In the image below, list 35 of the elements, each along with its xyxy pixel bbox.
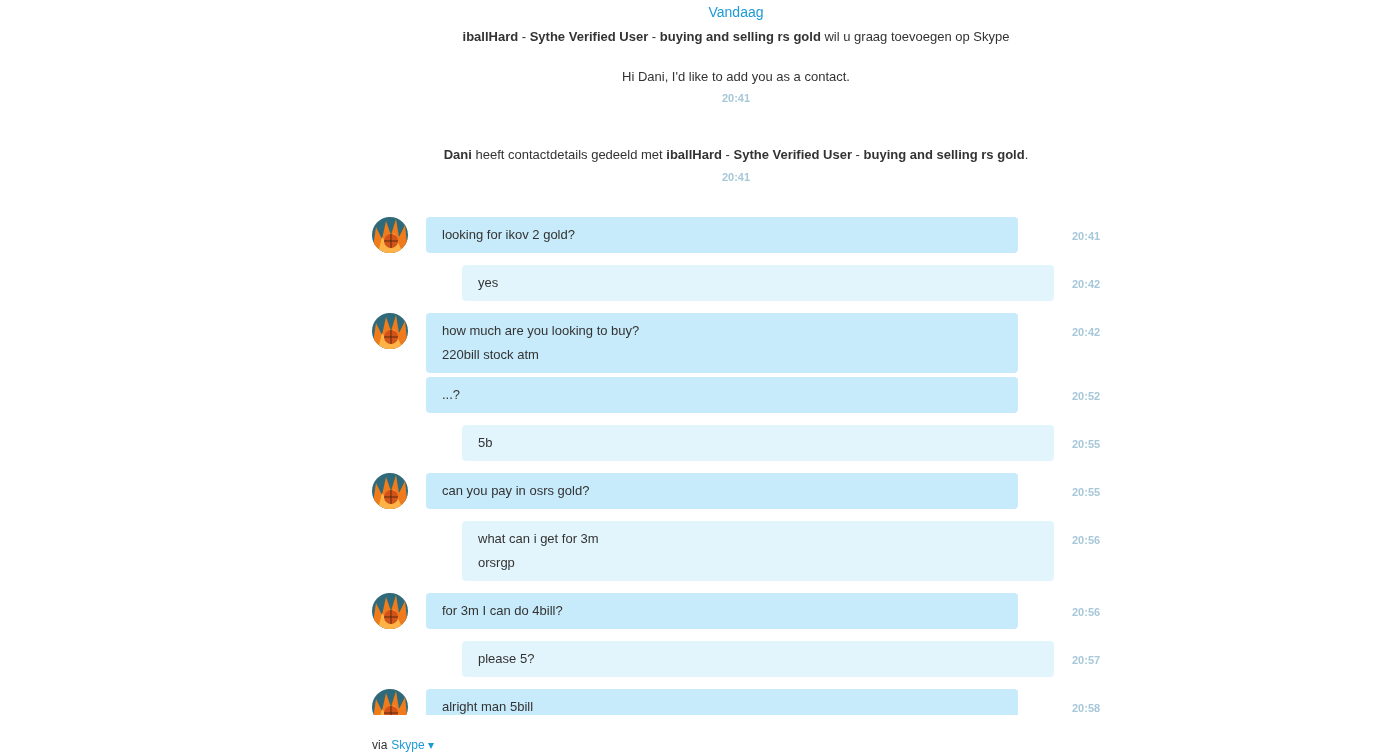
via-label: via [372,737,388,753]
avatar [372,593,408,629]
timestamp: 20:55 [1072,437,1101,451]
timestamp: 20:58 [1072,701,1101,715]
shared-contact-notice: Dani heeft contactdetails gedeeld met iballHard - Sythe Verified User - buying and selling rs gold. [443,146,1029,164]
timestamp: 20:55 [1072,485,1101,499]
skype-link[interactable]: Skype ▾ [391,737,434,753]
timestamp: 20:52 [1072,389,1101,403]
timestamp: 20:41 [721,170,751,184]
timestamp: 20:56 [1072,605,1101,619]
message-text: 5b [478,434,494,452]
avatar [372,473,408,509]
message-text: yes [478,274,500,292]
message-text: 220bill stock atm [442,346,540,364]
avatar [372,217,408,253]
message-text: what can i get for 3m [478,530,600,548]
avatar [372,689,408,715]
timestamp: 20:41 [1072,229,1101,243]
timestamp: 20:42 [1072,277,1101,291]
message-text: can you pay in osrs gold? [442,482,591,500]
message-text: alright man 5bill [442,698,535,715]
timestamp: 20:56 [1072,533,1101,547]
date-label: Vandaag [708,3,764,22]
timestamp: 20:42 [1072,325,1101,339]
message-text: ...? [442,386,462,404]
timestamp: 20:41 [721,91,751,105]
message-text: looking for ikov 2 gold? [442,226,576,244]
timestamp: 20:57 [1072,653,1101,667]
message-text: please 5? [478,650,536,668]
avatar [372,313,408,349]
message-text: how much are you looking to buy? [442,322,641,340]
greeting-text: Hi Dani, I'd like to add you as a contact. [622,68,850,86]
message-text: orsrgp [478,554,516,572]
message-text: for 3m I can do 4bill? [442,602,564,620]
contact-request-text: iballHard - Sythe Verified User - buying and selling rs gold wil u graag toevoegen op Skype [462,28,1010,46]
